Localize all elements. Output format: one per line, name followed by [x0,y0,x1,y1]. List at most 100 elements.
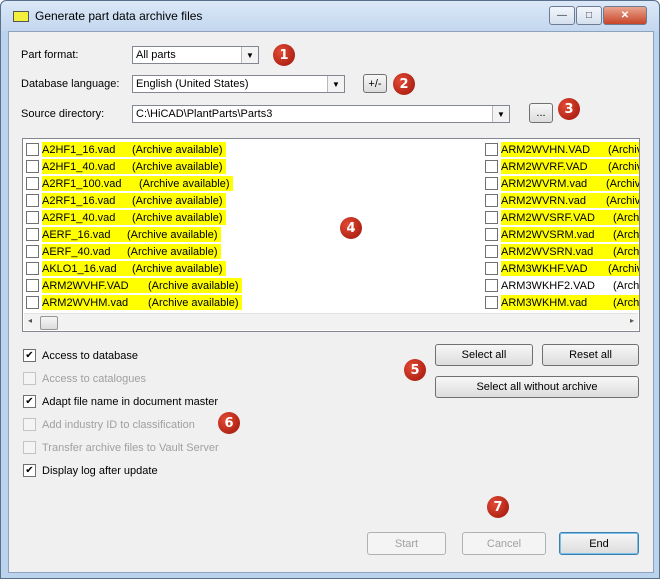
list-item[interactable]: AKLO1_16.vad (Archive available) [26,260,227,277]
scrollbar-thumb[interactable] [40,316,58,330]
database-language-value: English (United States) [136,78,249,90]
list-item[interactable]: ARM2WVHM.vad (Archive available) [26,294,243,311]
item-checkbox[interactable] [26,228,39,241]
file-name: ARM2WVHM.vad [42,296,129,309]
archive-status: (Archiv [608,160,640,173]
part-format-dropdown[interactable]: All parts ▼ [132,46,259,64]
list-item[interactable]: A2HF1_16.vad (Archive available) [26,141,227,158]
item-checkbox[interactable] [26,279,39,292]
archive-status: (Archiv [606,194,640,207]
archive-status: (Archi [613,279,640,292]
horizontal-scrollbar[interactable]: ◂ ▸ [24,313,638,330]
list-item[interactable]: AERF_16.vad (Archive available) [26,226,222,243]
file-name: A2HF1_40.vad [42,160,116,173]
callout-badge-2: 2 [393,73,415,95]
item-checkbox[interactable] [26,262,39,275]
source-directory-value: C:\HiCAD\PlantParts\Parts3 [136,108,273,120]
list-item[interactable]: AERF_40.vad (Archive available) [26,243,222,260]
file-name: ARM3WKHF2.VAD [501,279,595,292]
item-checkbox[interactable] [26,245,39,258]
archive-status: (Archive available) [132,211,223,224]
list-item[interactable]: ARM3WKHM.vad (Archi [485,294,640,311]
file-name: AERF_16.vad [42,228,111,241]
archive-status: (Archive available) [139,177,230,190]
item-checkbox[interactable] [26,194,39,207]
database-language-dropdown[interactable]: English (United States) ▼ [132,75,345,93]
archive-status: (Archive available) [132,160,223,173]
reset-all-button[interactable]: Reset all [542,344,639,366]
source-directory-label: Source directory: [21,108,105,120]
list-item[interactable]: ARM2WVRF.VAD (Archiv [485,158,640,175]
item-checkbox[interactable] [485,228,498,241]
file-name: ARM2WVRF.VAD [501,160,588,173]
callout-badge-1: 1 [273,44,295,66]
file-name: A2HF1_16.vad [42,143,116,156]
list-item[interactable]: ARM2WVHN.VAD (Archiv [485,141,639,158]
option-label: Adapt file name in document master [42,395,219,408]
item-checkbox[interactable] [485,296,498,309]
select-all-button[interactable]: Select all [435,344,533,366]
cancel-button[interactable]: Cancel [462,532,546,555]
item-checkbox[interactable] [485,160,498,173]
item-checkbox[interactable] [26,296,39,309]
title-bar[interactable]: Generate part data archive files — □ ✕ [1,1,659,31]
list-item[interactable]: ARM2WVSRN.vad (Archi [485,243,640,260]
archive-status: (Archi [613,245,640,258]
list-item[interactable]: ARM2WVSRF.VAD (Archi [485,209,639,226]
chevron-down-icon: ▼ [241,47,258,63]
database-language-label: Database language: [21,78,120,90]
scroll-left-icon[interactable]: ◂ [28,316,32,325]
item-checkbox[interactable] [26,177,39,190]
source-directory-dropdown[interactable]: C:\HiCAD\PlantParts\Parts3 ▼ [132,105,510,123]
item-checkbox[interactable] [26,211,39,224]
option-adapt-file-name[interactable]: ✔ Adapt file name in document master [23,395,218,408]
list-item[interactable]: A2HF1_40.vad (Archive available) [26,158,227,175]
item-checkbox[interactable] [485,143,498,156]
archive-status: (Archi [613,296,640,309]
list-item[interactable]: A2RF1_100.vad (Archive available) [26,175,234,192]
file-name: ARM2WVSRF.VAD [501,211,595,224]
checkmark-icon[interactable]: ✔ [23,349,36,362]
scroll-right-icon[interactable]: ▸ [630,316,634,325]
select-all-without-archive-button[interactable]: Select all without archive [435,376,639,398]
maximize-button[interactable]: □ [576,6,602,25]
language-toggle-button[interactable]: +/- [363,74,387,93]
browse-button[interactable]: ... [529,103,553,123]
list-item[interactable]: ARM3WKHF.VAD (Archiv [485,260,639,277]
list-item[interactable]: ARM2WVRN.vad (Archiv [485,192,640,209]
list-item[interactable]: ARM3WKHF2.VAD (Archi [485,277,640,294]
file-name: ARM2WVRN.vad [501,194,586,207]
archive-status: (Archi [613,228,640,241]
chevron-down-icon: ▼ [492,106,509,122]
item-checkbox[interactable] [485,177,498,190]
item-checkbox[interactable] [26,143,39,156]
file-name: ARM3WKHM.vad [501,296,588,309]
file-list[interactable]: A2HF1_16.vad (Archive available) A2HF1_40… [22,138,640,332]
archive-status: (Archive available) [132,143,223,156]
checkmark-icon[interactable]: ✔ [23,464,36,477]
callout-badge-4: 4 [340,217,362,239]
archive-status: (Archive available) [132,262,223,275]
list-item[interactable]: ARM2WVRM.vad (Archiv [485,175,639,192]
item-checkbox[interactable] [485,245,498,258]
option-label: Access to catalogues [42,372,146,385]
item-checkbox[interactable] [485,262,498,275]
list-item[interactable]: A2RF1_16.vad (Archive available) [26,192,227,209]
callout-badge-5: 5 [404,359,426,381]
end-button[interactable]: End [559,532,639,555]
item-checkbox[interactable] [485,279,498,292]
file-name: A2RF1_16.vad [42,194,116,207]
item-checkbox[interactable] [485,211,498,224]
option-access-to-database[interactable]: ✔ Access to database [23,349,138,362]
checkmark-icon[interactable]: ✔ [23,395,36,408]
list-item[interactable]: ARM2WVHF.VAD (Archive available) [26,277,243,294]
list-item[interactable]: A2RF1_40.vad (Archive available) [26,209,227,226]
list-item[interactable]: ARM2WVSRM.vad (Archi [485,226,640,243]
item-checkbox[interactable] [485,194,498,207]
close-button[interactable]: ✕ [603,6,647,25]
option-display-log[interactable]: ✔ Display log after update [23,464,158,477]
start-button[interactable]: Start [367,532,446,555]
option-add-industry-id: Add industry ID to classification [23,418,195,431]
item-checkbox[interactable] [26,160,39,173]
minimize-button[interactable]: — [549,6,575,25]
